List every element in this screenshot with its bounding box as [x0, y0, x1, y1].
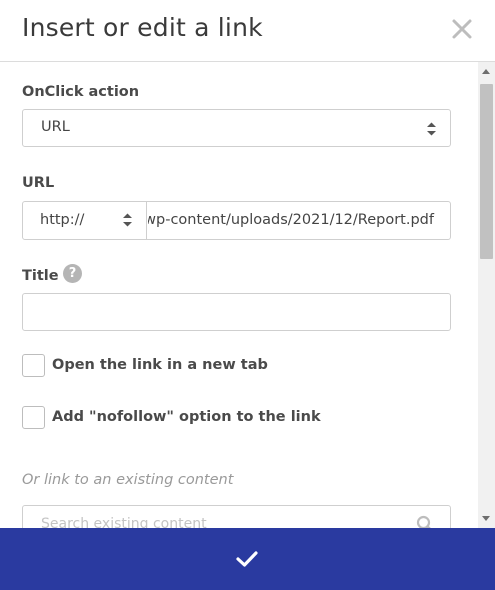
scroll-down-arrow-icon[interactable]: [482, 516, 490, 521]
onclick-action-select[interactable]: URL: [22, 109, 451, 147]
existing-content-label: Or link to an existing content: [22, 472, 234, 488]
title-label: Title: [22, 268, 59, 284]
search-placeholder: Search existing content: [41, 516, 207, 528]
search-icon[interactable]: [416, 515, 434, 528]
url-label: URL: [22, 175, 55, 191]
select-arrows-icon: [426, 121, 437, 137]
dialog-body: OnClick action URL URL http:// wp-conten…: [0, 62, 478, 528]
onclick-action-label: OnClick action: [22, 84, 140, 100]
new-tab-checkbox[interactable]: [22, 354, 45, 377]
select-arrows-icon: [122, 212, 133, 228]
nofollow-checkbox[interactable]: [22, 406, 45, 429]
search-existing-input[interactable]: Search existing content: [22, 505, 451, 528]
confirm-button[interactable]: [0, 528, 495, 590]
help-icon[interactable]: ?: [63, 264, 82, 283]
title-input[interactable]: [22, 293, 451, 331]
scrollbar[interactable]: [478, 62, 495, 528]
link-dialog: Insert or edit a link OnClick action URL…: [0, 0, 495, 590]
nofollow-label[interactable]: Add "nofollow" option to the link: [52, 409, 321, 425]
url-input[interactable]: wp-content/uploads/2021/12/Report.pdf: [148, 202, 450, 239]
dialog-title: Insert or edit a link: [22, 13, 263, 42]
close-icon[interactable]: [451, 16, 473, 42]
protocol-value: http://: [40, 212, 85, 228]
onclick-action-value: URL: [41, 119, 70, 135]
url-input-group: http:// wp-content/uploads/2021/12/Repor…: [22, 201, 451, 240]
checkmark-icon: [235, 550, 259, 572]
scroll-up-arrow-icon[interactable]: [482, 69, 490, 74]
protocol-select[interactable]: http://: [23, 202, 147, 239]
scrollbar-thumb[interactable]: [480, 84, 493, 259]
new-tab-label[interactable]: Open the link in a new tab: [52, 357, 268, 373]
url-value: wp-content/uploads/2021/12/Report.pdf: [148, 212, 434, 228]
dialog-header: Insert or edit a link: [0, 0, 495, 62]
